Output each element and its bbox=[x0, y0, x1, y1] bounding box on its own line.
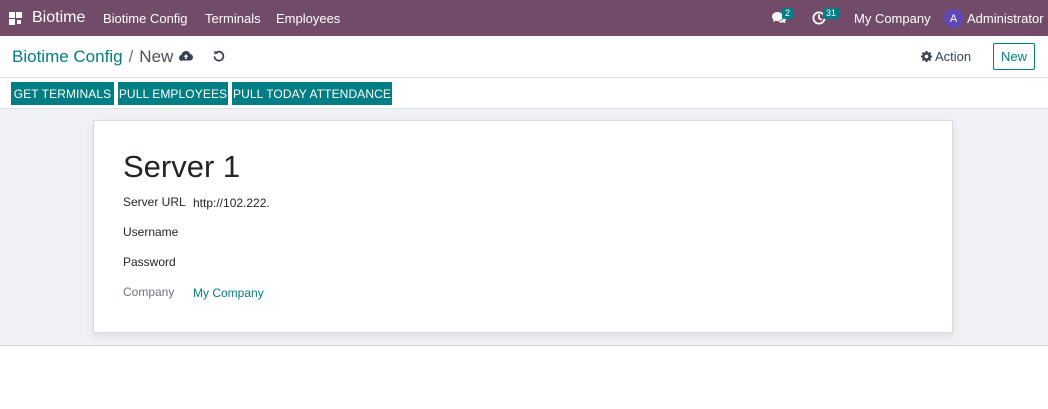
app-brand[interactable]: Biotime bbox=[32, 9, 85, 27]
activities-systray[interactable]: 31 bbox=[808, 0, 840, 36]
control-panel: Biotime Config / New Action New bbox=[0, 36, 1048, 78]
username-field[interactable] bbox=[193, 225, 493, 241]
breadcrumb-current: New bbox=[139, 47, 174, 66]
form-sheet-background: Server 1 Server URL http://102.222. User… bbox=[0, 109, 1048, 346]
gear-icon bbox=[921, 51, 932, 62]
password-label: Password bbox=[123, 255, 176, 269]
cloud-upload-icon[interactable] bbox=[178, 48, 194, 64]
action-dropdown[interactable]: Action bbox=[921, 49, 971, 64]
messages-badge: 2 bbox=[782, 8, 794, 19]
user-name: Administrator bbox=[967, 11, 1044, 26]
breadcrumb-separator: / bbox=[128, 47, 134, 66]
form-header: GET TERMINALS PULL EMPLOYEES PULL TODAY … bbox=[0, 78, 1048, 109]
breadcrumb: Biotime Config / New bbox=[12, 47, 173, 67]
top-navbar: Biotime Biotime Config Terminals Employe… bbox=[0, 0, 1048, 36]
company-switcher[interactable]: My Company bbox=[854, 11, 931, 26]
avatar: A bbox=[944, 9, 963, 28]
undo-icon[interactable] bbox=[211, 48, 227, 64]
pull-employees-button[interactable]: PULL EMPLOYEES bbox=[118, 82, 228, 105]
breadcrumb-parent[interactable]: Biotime Config bbox=[12, 47, 123, 67]
company-field[interactable]: My Company bbox=[193, 286, 264, 300]
messages-systray[interactable]: 2 bbox=[768, 0, 794, 36]
menu-item-employees[interactable]: Employees bbox=[276, 11, 340, 26]
action-label: Action bbox=[935, 49, 972, 64]
menu-item-terminals[interactable]: Terminals bbox=[205, 11, 261, 26]
password-field[interactable] bbox=[193, 255, 493, 271]
server-url-field[interactable]: http://102.222. bbox=[193, 196, 270, 210]
form-sheet: Server 1 Server URL http://102.222. User… bbox=[93, 120, 953, 333]
company-label: Company bbox=[123, 285, 175, 299]
username-label: Username bbox=[123, 225, 179, 239]
user-menu[interactable]: A Administrator bbox=[944, 9, 1044, 28]
server-url-label: Server URL bbox=[123, 195, 186, 209]
get-terminals-button[interactable]: GET TERMINALS bbox=[11, 82, 114, 105]
record-title[interactable]: Server 1 bbox=[123, 149, 240, 185]
activities-badge: 31 bbox=[823, 8, 840, 19]
menu-item-biotime-config[interactable]: Biotime Config bbox=[103, 11, 188, 26]
pull-today-attendance-button[interactable]: PULL TODAY ATTENDANCE bbox=[232, 82, 392, 105]
new-button[interactable]: New bbox=[993, 43, 1035, 70]
apps-grid-icon[interactable] bbox=[9, 11, 22, 25]
